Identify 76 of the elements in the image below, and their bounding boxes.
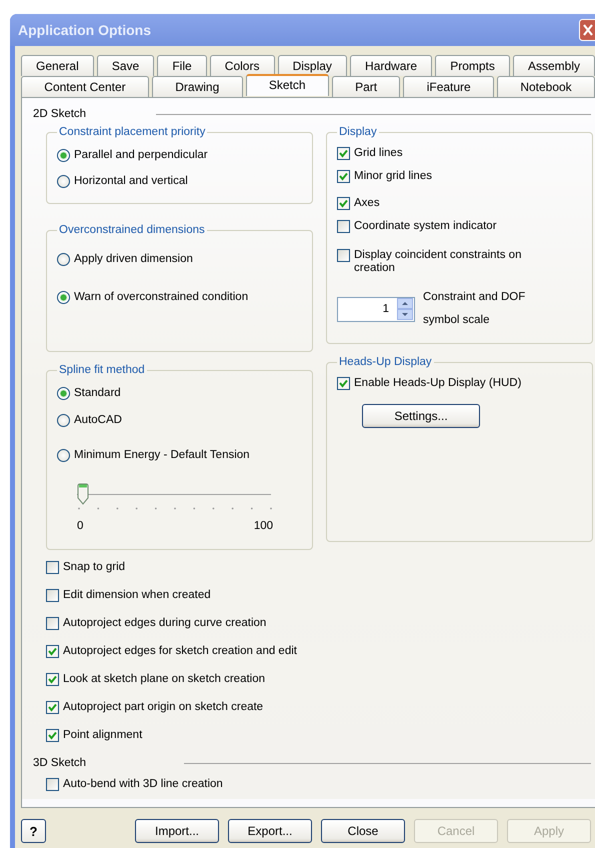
checkbox-label: Axes [354, 197, 380, 210]
dialog-button[interactable]: Export... [228, 819, 312, 843]
tab[interactable]: Content Center [21, 76, 149, 97]
checkbox-label: Point alignment [63, 728, 142, 742]
checkbox-label: Autoproject part origin on sketch create [63, 700, 264, 714]
slider-min-label: 0 [77, 520, 84, 532]
radio-button[interactable] [57, 448, 70, 462]
checkbox[interactable] [46, 560, 59, 574]
option-label: Parallel and perpendicular [74, 148, 208, 162]
group-title: Overconstrained dimensions [58, 224, 206, 236]
tab[interactable]: Part [332, 76, 400, 97]
checkbox[interactable] [337, 249, 350, 262]
group-title: Spline fit method [58, 364, 146, 376]
spinner-arrows-icon[interactable] [397, 298, 413, 320]
option-label: AutoCAD [74, 413, 122, 427]
tab[interactable]: File [157, 55, 207, 76]
radio-button[interactable] [57, 252, 70, 266]
section-title: 2D Sketch [33, 108, 86, 120]
checkbox[interactable] [337, 170, 350, 183]
dialog-button[interactable]: Close [321, 819, 405, 843]
settings-button[interactable]: Settings... [362, 404, 480, 428]
checkbox-label: Grid lines [354, 147, 403, 160]
checkbox[interactable] [337, 377, 350, 390]
help-button[interactable]: ? [21, 819, 46, 843]
checkbox-label: Minor grid lines [354, 170, 432, 183]
checkbox[interactable] [337, 147, 350, 160]
checkbox-label: Autoproject edges during curve creation [63, 616, 266, 630]
checkbox[interactable] [46, 728, 59, 742]
option-label: Minimum Energy - Default Tension [74, 448, 250, 462]
checkbox-label: Edit dimension when created [63, 588, 211, 602]
checkbox[interactable] [46, 672, 59, 686]
checkbox[interactable] [46, 588, 59, 602]
checkbox[interactable] [46, 700, 59, 714]
radio-button[interactable] [57, 174, 70, 188]
tab[interactable]: Assembly [512, 55, 595, 76]
radio-button[interactable] [57, 290, 70, 304]
number-field[interactable]: 1 [337, 296, 415, 322]
slider-thumb[interactable] [77, 483, 89, 505]
radio-button[interactable] [57, 414, 70, 426]
group-title: Display [338, 126, 378, 138]
checkbox-label: Coordinate system indicator [354, 220, 497, 233]
tab[interactable]: Display [278, 55, 347, 76]
close-icon[interactable] [579, 19, 595, 41]
checkbox-label: Look at sketch plane on sketch creation [63, 672, 266, 686]
tab[interactable]: Drawing [152, 76, 243, 97]
radio-button[interactable] [57, 386, 70, 400]
checkbox[interactable] [337, 197, 350, 210]
group-title: Constraint placement priority [58, 126, 206, 138]
checkbox[interactable] [46, 778, 59, 790]
option-label: Warn of overconstrained condition [74, 290, 248, 304]
checkbox-label: Auto-bend with 3D line creation [63, 777, 223, 791]
tab[interactable]: Save [96, 55, 154, 76]
checkbox-label: Enable Heads-Up Display (HUD) [354, 377, 522, 390]
checkbox[interactable] [337, 220, 350, 233]
section-title: 3D Sketch [33, 757, 86, 769]
tab[interactable]: Hardware [350, 55, 432, 76]
dialog-button[interactable]: Import... [135, 819, 219, 843]
option-label: Apply driven dimension [74, 252, 193, 266]
tab[interactable]: Prompts [435, 55, 510, 76]
checkbox[interactable] [46, 616, 59, 630]
radio-button[interactable] [57, 148, 70, 162]
tab[interactable]: iFeature [403, 76, 494, 97]
window-title: Application Options [18, 22, 151, 38]
tab[interactable]: General [21, 55, 94, 76]
option-label: Horizontal and vertical [74, 174, 188, 188]
group-title: Heads-Up Display [338, 356, 433, 368]
tab[interactable]: Sketch [246, 74, 329, 96]
checkbox-label: Snap to grid [63, 560, 126, 574]
checkbox-label: Display coincident constraints on creation [354, 249, 522, 275]
slider-max-label: 100 [254, 520, 273, 532]
tab[interactable]: Colors [210, 55, 275, 76]
tab[interactable]: Notebook [497, 76, 595, 97]
option-label: Standard [74, 386, 121, 400]
checkbox[interactable] [46, 644, 59, 658]
spinner-label: Constraint and DOF symbol scale [423, 290, 526, 328]
checkbox-label: Autoproject edges for sketch creation and edit [63, 644, 297, 658]
